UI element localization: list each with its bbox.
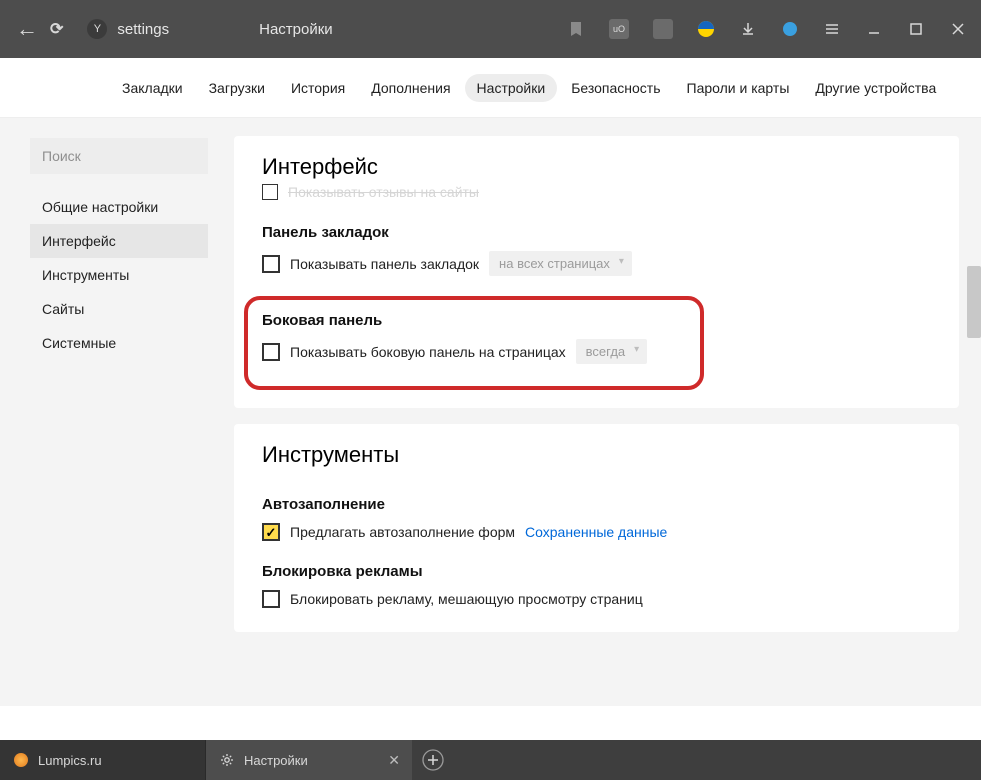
- settings-sidebar: Общие настройки Интерфейс Инструменты Са…: [0, 118, 234, 706]
- row-autofill: Предлагать автозаполнение форм Сохраненн…: [262, 523, 931, 541]
- checkbox-block-intrusive[interactable]: [262, 590, 280, 608]
- sidebar-item-sites[interactable]: Сайты: [30, 292, 208, 326]
- downloads-icon[interactable]: [739, 20, 757, 38]
- gear-icon: [220, 753, 234, 767]
- favicon-lumpics: [14, 753, 28, 767]
- tab-history[interactable]: История: [279, 74, 357, 102]
- select-bookmarks-scope[interactable]: на всех страницах: [489, 251, 632, 276]
- close-button[interactable]: [949, 20, 967, 38]
- section-adblock-title: Блокировка рекламы: [262, 563, 931, 580]
- scrollbar[interactable]: [967, 266, 981, 338]
- lastfm-extension-icon[interactable]: [653, 19, 673, 39]
- settings-top-nav: Закладки Загрузки История Дополнения Нас…: [0, 58, 981, 118]
- row-show-bookmarks: Показывать панель закладок на всех стран…: [262, 251, 931, 276]
- content-area: Общие настройки Интерфейс Инструменты Са…: [0, 118, 981, 706]
- browser-tab-lumpics[interactable]: Lumpics.ru: [0, 740, 206, 780]
- label-block-intrusive: Блокировать рекламу, мешающую просмотру …: [290, 591, 643, 607]
- browser-tab-lumpics-label: Lumpics.ru: [38, 753, 102, 768]
- card-tools-heading: Инструменты: [262, 424, 931, 474]
- section-bookmarks-title: Панель закладок: [262, 224, 931, 241]
- label-show-side-panel: Показывать боковую панель на страницах: [290, 344, 566, 360]
- highlighted-side-panel-section: Боковая панель Показывать боковую панель…: [244, 296, 704, 390]
- browser-tab-strip: Lumpics.ru Настройки ✕: [0, 740, 981, 780]
- address-url: settings: [117, 21, 169, 38]
- sidebar-item-tools[interactable]: Инструменты: [30, 258, 208, 292]
- checkbox-show-side-panel[interactable]: [262, 343, 280, 361]
- card-interface: Интерфейс Показывать отзывы на сайты Пан…: [234, 136, 959, 408]
- page-title: Настройки: [259, 21, 333, 38]
- tab-security[interactable]: Безопасность: [559, 74, 672, 102]
- section-autofill-title: Автозаполнение: [262, 496, 931, 513]
- tab-extensions[interactable]: Дополнения: [359, 74, 462, 102]
- toolbar-right: uO: [567, 19, 967, 39]
- tab-downloads[interactable]: Загрузки: [197, 74, 277, 102]
- tab-other-devices[interactable]: Другие устройства: [803, 74, 948, 102]
- tab-passwords[interactable]: Пароли и карты: [675, 74, 802, 102]
- section-side-panel-title: Боковая панель: [262, 312, 682, 329]
- label-show-bookmarks: Показывать панель закладок: [290, 256, 479, 272]
- new-tab-button[interactable]: [412, 740, 454, 780]
- settings-main: Интерфейс Показывать отзывы на сайты Пан…: [234, 118, 981, 706]
- site-icon: Y: [87, 19, 107, 39]
- sidebar-item-interface[interactable]: Интерфейс: [30, 224, 208, 258]
- select-side-panel-scope[interactable]: всегда: [576, 339, 647, 364]
- browser-tab-settings[interactable]: Настройки ✕: [206, 740, 412, 780]
- cutoff-label: Показывать отзывы на сайты: [288, 184, 479, 200]
- row-block-intrusive: Блокировать рекламу, мешающую просмотру …: [262, 590, 931, 608]
- card-tools: Инструменты Автозаполнение Предлагать ав…: [234, 424, 959, 632]
- address-bar[interactable]: Y settings: [87, 19, 169, 39]
- link-saved-data[interactable]: Сохраненные данные: [525, 524, 667, 540]
- close-tab-icon[interactable]: ✕: [388, 752, 400, 769]
- label-autofill: Предлагать автозаполнение форм: [290, 524, 515, 540]
- browser-tab-settings-label: Настройки: [244, 753, 308, 768]
- cutoff-row: Показывать отзывы на сайты: [262, 184, 931, 200]
- ublock-extension-icon[interactable]: uO: [609, 19, 629, 39]
- checkbox-autofill[interactable]: [262, 523, 280, 541]
- ukraine-flag-icon[interactable]: [697, 20, 715, 38]
- tab-bookmarks[interactable]: Закладки: [110, 74, 195, 102]
- search-input[interactable]: [30, 138, 208, 174]
- back-button[interactable]: ←: [16, 16, 38, 42]
- card-interface-heading: Интерфейс: [262, 136, 931, 186]
- reload-button[interactable]: ⟳: [50, 19, 63, 39]
- bookmark-icon[interactable]: [567, 20, 585, 38]
- sidebar-item-system[interactable]: Системные: [30, 326, 208, 360]
- browser-toolbar: ← ⟳ Y settings Настройки uO: [0, 0, 981, 58]
- minimize-button[interactable]: [865, 20, 883, 38]
- cutoff-checkbox[interactable]: [262, 184, 278, 200]
- row-show-side-panel: Показывать боковую панель на страницах в…: [262, 339, 682, 364]
- menu-icon[interactable]: [823, 20, 841, 38]
- tab-settings[interactable]: Настройки: [465, 74, 558, 102]
- checkbox-show-bookmarks[interactable]: [262, 255, 280, 273]
- sidebar-item-general[interactable]: Общие настройки: [30, 190, 208, 224]
- profile-icon[interactable]: [781, 20, 799, 38]
- maximize-button[interactable]: [907, 20, 925, 38]
